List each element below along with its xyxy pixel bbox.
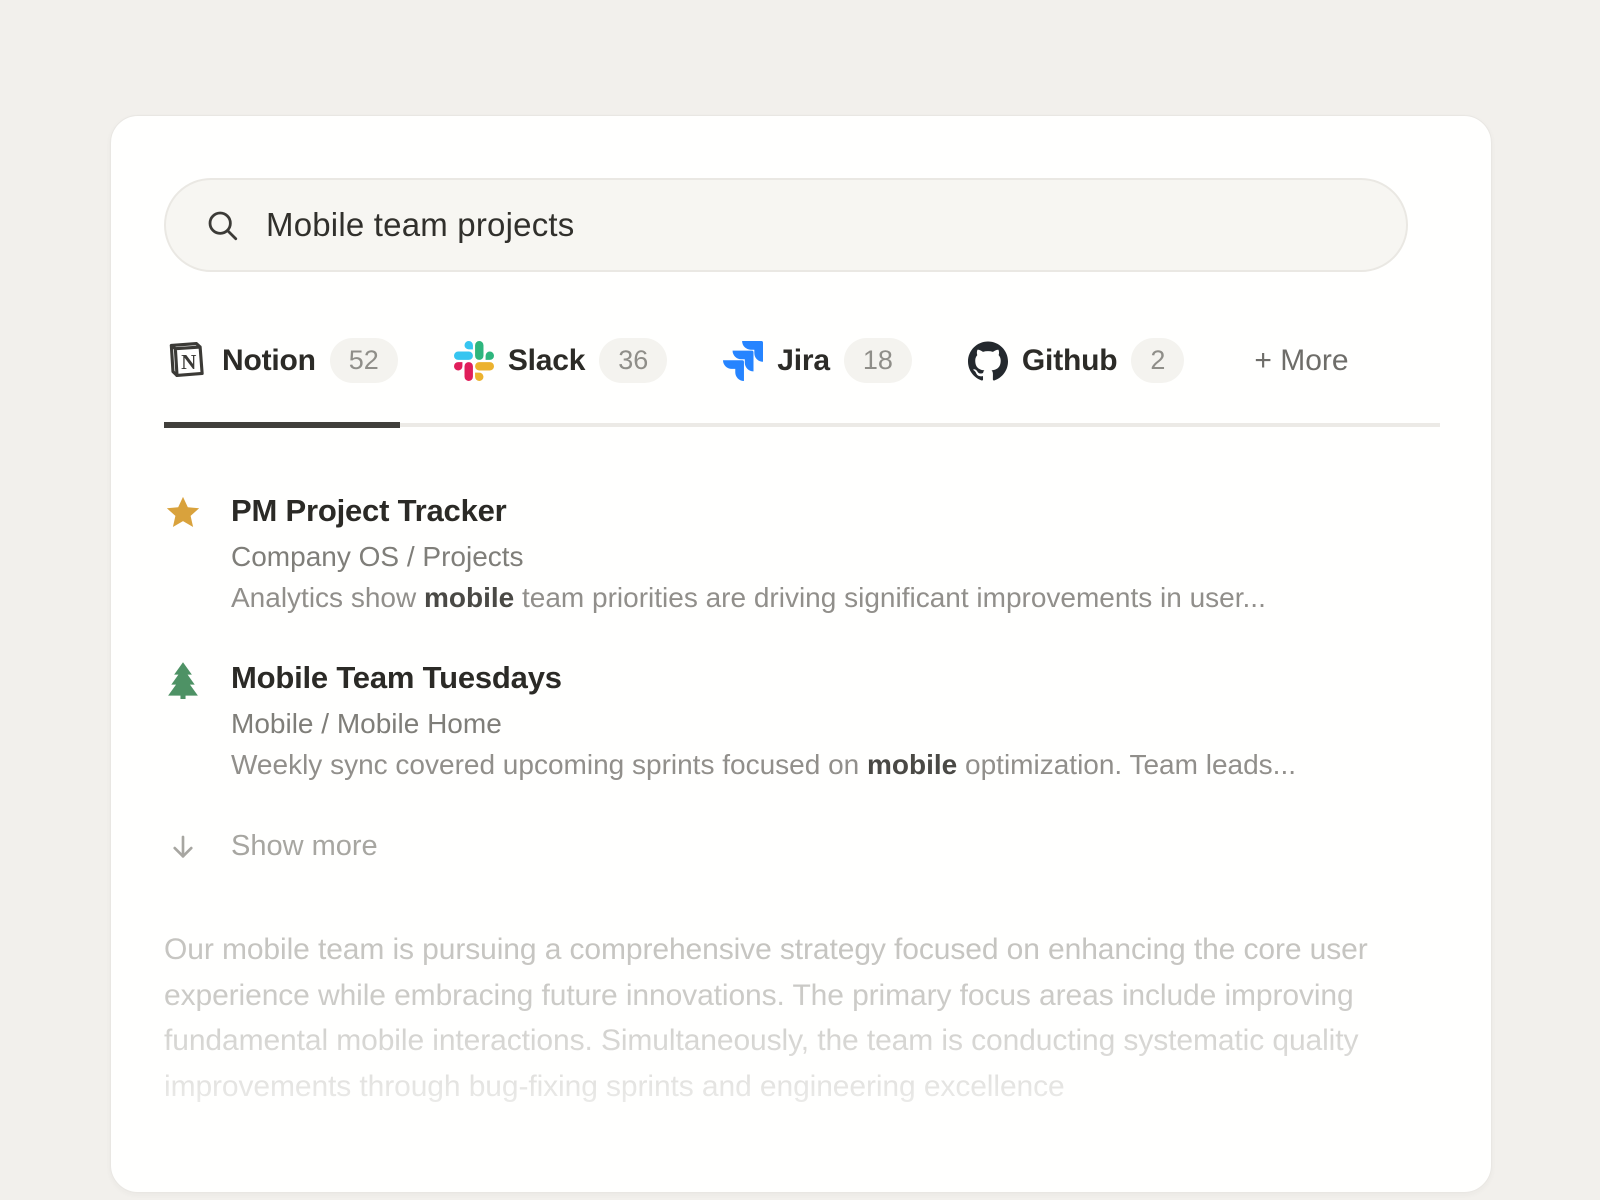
tab-slack-label: Slack [508, 344, 585, 378]
answer-preview-text: Our mobile team is pursuing a comprehens… [164, 927, 1426, 1109]
svg-text:N: N [181, 349, 196, 373]
tab-github-label: Github [1022, 344, 1117, 378]
show-more-label: Show more [231, 830, 378, 863]
tab-jira-label: Jira [777, 344, 830, 378]
tab-jira-count-badge: 18 [844, 338, 912, 383]
result-breadcrumb: Mobile / Mobile Home [231, 708, 1296, 739]
search-result-pm-project-tracker[interactable]: PM Project Tracker Company OS / Projects… [164, 492, 1438, 613]
arrow-down-icon [167, 831, 199, 863]
result-snippet: Analytics show mobile team priorities ar… [231, 582, 1266, 613]
show-more-button[interactable]: Show more [164, 830, 1438, 863]
jira-logo-icon [723, 341, 763, 381]
tab-more[interactable]: + More [1254, 344, 1348, 378]
tab-track [164, 422, 1440, 428]
result-title: PM Project Tracker [231, 492, 1266, 530]
tab-jira[interactable]: Jira 18 [723, 338, 912, 383]
answer-preview: Our mobile team is pursuing a comprehens… [164, 927, 1426, 1177]
notion-logo-icon: N [164, 339, 208, 383]
search-icon [204, 207, 241, 244]
tab-notion-count-badge: 52 [330, 338, 398, 383]
star-icon [164, 492, 231, 613]
snippet-highlight: mobile [867, 749, 957, 780]
result-body: Mobile Team Tuesdays Mobile / Mobile Hom… [231, 659, 1296, 780]
tab-github[interactable]: Github 2 [968, 338, 1184, 383]
tab-slack-count-badge: 36 [599, 338, 667, 383]
desktop-background: N Notion 52 Slack 36 [0, 0, 1600, 1200]
result-snippet: Weekly sync covered upcoming sprints foc… [231, 749, 1296, 780]
tab-github-count-badge: 2 [1131, 338, 1184, 383]
snippet-highlight: mobile [424, 582, 514, 613]
source-tabs: N Notion 52 Slack 36 [164, 338, 1438, 383]
search-input[interactable] [266, 206, 1368, 244]
slack-logo-icon [454, 341, 494, 381]
search-result-mobile-team-tuesdays[interactable]: Mobile Team Tuesdays Mobile / Mobile Hom… [164, 659, 1438, 780]
evergreen-tree-icon [164, 659, 231, 780]
result-title: Mobile Team Tuesdays [231, 659, 1296, 697]
search-panel: N Notion 52 Slack 36 [110, 115, 1492, 1193]
active-tab-indicator [164, 422, 400, 428]
tab-slack[interactable]: Slack 36 [454, 338, 667, 383]
search-bar[interactable] [164, 178, 1408, 272]
result-body: PM Project Tracker Company OS / Projects… [231, 492, 1266, 613]
tab-notion[interactable]: N Notion 52 [164, 338, 398, 383]
github-logo-icon [968, 341, 1008, 381]
tab-notion-label: Notion [222, 344, 316, 378]
result-breadcrumb: Company OS / Projects [231, 541, 1266, 572]
